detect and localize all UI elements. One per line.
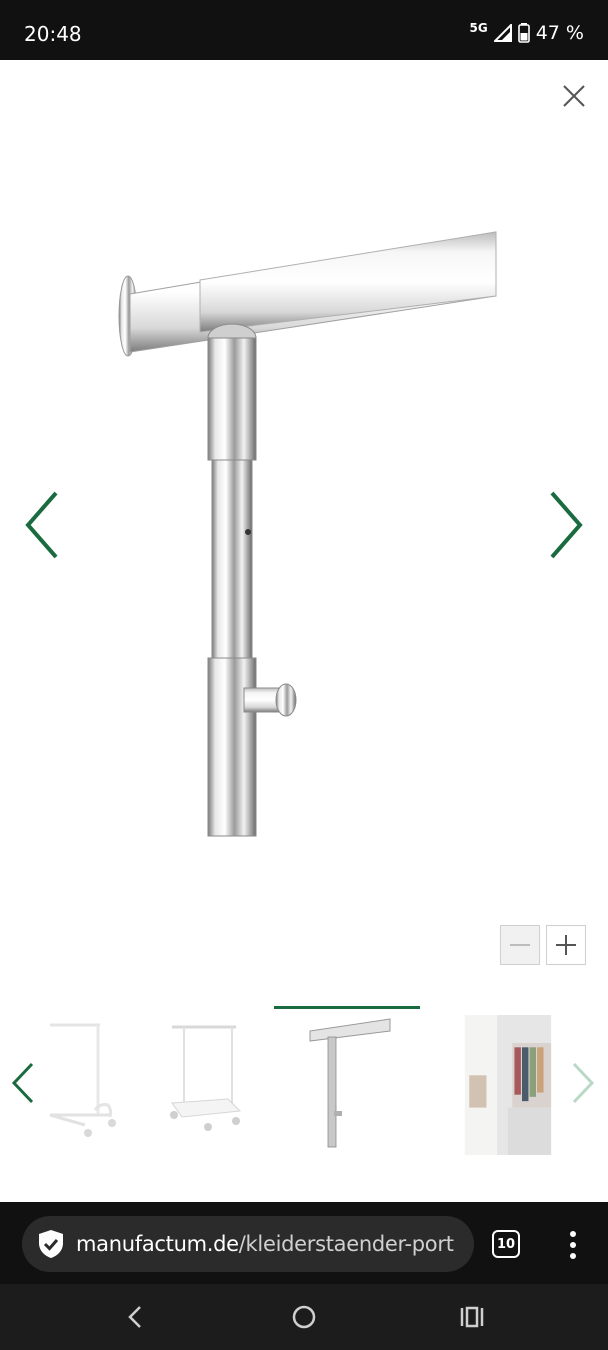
battery-level: 47 % bbox=[535, 22, 584, 44]
recent-apps-icon[interactable] bbox=[457, 1302, 487, 1332]
product-main-image bbox=[118, 231, 497, 837]
thumbnail-2[interactable] bbox=[160, 1015, 280, 1155]
url-text: manufactum.de/kleiderstaender-port bbox=[76, 1232, 454, 1256]
signal-icon bbox=[493, 24, 512, 42]
network-type: 5G bbox=[469, 21, 488, 35]
status-time: 20:48 bbox=[24, 22, 82, 46]
more-options-icon[interactable] bbox=[562, 1228, 584, 1262]
chevron-left-icon[interactable] bbox=[20, 485, 64, 565]
zoom-in-button[interactable] bbox=[546, 925, 586, 965]
home-icon[interactable] bbox=[289, 1302, 319, 1332]
shield-check-icon bbox=[39, 1230, 63, 1258]
thumbnail-3[interactable] bbox=[290, 1015, 410, 1155]
status-bar: 20:48 5G 47 % bbox=[0, 0, 608, 60]
browser-toolbar: manufactum.de/kleiderstaender-port 10 bbox=[0, 1202, 608, 1284]
address-bar[interactable]: manufactum.de/kleiderstaender-port bbox=[22, 1216, 474, 1272]
close-icon[interactable] bbox=[556, 78, 592, 114]
status-indicators: 5G 47 % bbox=[469, 21, 584, 44]
thumbnail-active-indicator bbox=[274, 1006, 420, 1009]
chevron-right-icon[interactable] bbox=[544, 485, 588, 565]
thumbnails-prev-icon[interactable] bbox=[8, 1058, 38, 1108]
thumbnail-4[interactable] bbox=[448, 1015, 568, 1155]
url-domain: manufactum.de bbox=[76, 1232, 239, 1256]
url-path: /kleiderstaender-port bbox=[238, 1232, 454, 1256]
thumbnail-1[interactable] bbox=[40, 1015, 160, 1155]
zoom-controls bbox=[500, 925, 586, 965]
back-icon[interactable] bbox=[120, 1302, 150, 1332]
minus-icon bbox=[510, 944, 530, 946]
zoom-out-button[interactable] bbox=[500, 925, 540, 965]
thumbnails-next-icon[interactable] bbox=[568, 1058, 598, 1108]
battery-icon bbox=[517, 23, 530, 43]
plus-icon bbox=[556, 935, 576, 955]
system-navigation-bar bbox=[0, 1284, 608, 1350]
tab-switcher-button[interactable]: 10 bbox=[492, 1230, 520, 1258]
